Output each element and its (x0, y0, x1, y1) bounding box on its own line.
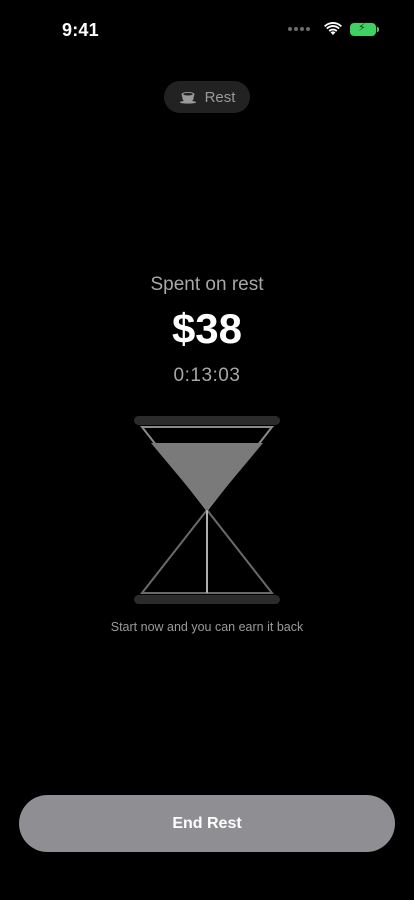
battery-charging-icon: ⚡ (350, 22, 379, 36)
status-bar: 9:41 ⚡ (0, 0, 414, 60)
spent-title: Spent on rest (150, 274, 264, 295)
end-rest-button[interactable]: End Rest (19, 795, 395, 852)
status-icons: ⚡ (288, 22, 379, 36)
cellular-dots-icon (288, 27, 310, 31)
wifi-icon (324, 22, 342, 35)
hourglass-icon (134, 416, 280, 604)
mode-label: Rest (204, 88, 236, 106)
earn-back-caption: Start now and you can earn it back (110, 620, 304, 634)
spent-amount: $38 (171, 305, 243, 352)
elapsed-time: 0:13:03 (173, 365, 241, 386)
coffee-cup-icon (179, 92, 196, 104)
mode-pill[interactable]: Rest (164, 81, 250, 113)
status-time: 9:41 (62, 20, 99, 40)
